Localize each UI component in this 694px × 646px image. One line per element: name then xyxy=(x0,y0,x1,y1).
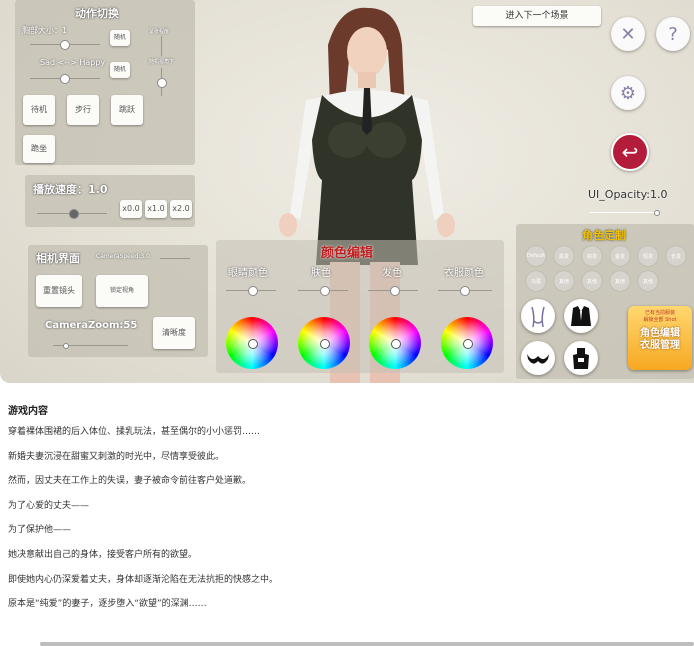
chip-7[interactable]: 其他 xyxy=(554,271,574,291)
article-paragraph: 然而，因丈夫在工作上的失误，妻子被命令前往客户处道歉。 xyxy=(8,476,252,487)
slider-knob[interactable] xyxy=(157,78,167,88)
right-label-2: 随机视角下 xyxy=(149,59,175,65)
color-picker-dot[interactable] xyxy=(248,339,258,349)
role-custom-panel: 角色定制 Default 黑发 棕发 金发 短发 长发 马尾 其他 其他 其他 … xyxy=(516,224,694,379)
game-viewport: 动作切换 胸部大小：1 随机 Sad <--> Happy 随机 紧张程度 随机… xyxy=(0,0,694,383)
promo-card[interactable]: 已有当前服装 解锁全部 Shot 角色编辑 衣服管理 xyxy=(628,306,692,370)
speed-slider[interactable] xyxy=(37,209,107,219)
help-icon[interactable]: ? xyxy=(656,17,690,51)
action-button-idle[interactable]: 待机 xyxy=(23,95,55,125)
chip-10[interactable]: 其他 xyxy=(638,271,658,291)
mood-label: Sad <--> Happy xyxy=(40,58,106,67)
article-paragraph: 穿着裸体围裙的后入体位、揉乳玩法，甚至偶尔的小小惩罚…… xyxy=(8,427,261,437)
article-paragraph: 即使她内心仍深爱着丈夫，身体却逐渐沦陷在无法抗拒的快感之中。 xyxy=(8,574,279,585)
action-panel: 动作切换 胸部大小：1 随机 Sad <--> Happy 随机 紧张程度 随机… xyxy=(15,0,195,165)
chip-4[interactable]: 短发 xyxy=(638,246,658,266)
apron-icon[interactable] xyxy=(564,341,598,375)
eye-color-wheel[interactable] xyxy=(226,317,278,369)
clothes-color-slider[interactable] xyxy=(438,286,492,296)
slider-knob[interactable] xyxy=(320,286,330,296)
random-button-2[interactable]: 随机 xyxy=(110,62,130,78)
speed-panel: 播放速度：1.0 x0.0 x1.0 x2.0 xyxy=(25,175,195,227)
breast-size-slider[interactable] xyxy=(30,40,100,50)
speed-button-2[interactable]: x2.0 xyxy=(170,200,192,218)
camera-zoom-slider[interactable] xyxy=(53,343,128,349)
camera-speed-slider[interactable] xyxy=(160,258,190,259)
bra-icon[interactable] xyxy=(521,341,555,375)
bottom-divider xyxy=(40,642,694,646)
camera-zoom-label: CameraZoom:55 xyxy=(45,320,138,331)
slider-knob[interactable] xyxy=(69,209,79,219)
chip-1[interactable]: 黑发 xyxy=(554,246,574,266)
camera-panel-title: 相机界面 xyxy=(36,252,80,265)
close-icon[interactable]: ✕ xyxy=(611,17,645,51)
chip-3[interactable]: 金发 xyxy=(610,246,630,266)
clarity-button[interactable]: 清晰度 xyxy=(153,317,195,349)
hair-color-slider[interactable] xyxy=(368,286,418,296)
color-picker-dot[interactable] xyxy=(391,339,401,349)
chip-default[interactable]: Default xyxy=(526,246,546,266)
article: 游戏内容 穿着裸体围裙的后入体位、揉乳玩法，甚至偶尔的小小惩罚…… 新婚夫妻沉浸… xyxy=(8,400,688,623)
promo-line-2: 解锁全部 Shot xyxy=(643,317,677,323)
hair-color-label: 发色 xyxy=(382,268,402,279)
eye-color-slider[interactable] xyxy=(226,286,276,296)
action-button-kneel[interactable]: 跪坐 xyxy=(23,135,55,163)
random-button-1[interactable]: 随机 xyxy=(110,30,130,46)
slider-knob[interactable] xyxy=(248,286,258,296)
article-paragraph: 原本是“纯爱”的妻子，逐步堕入“欲望”的深渊…… xyxy=(8,599,207,610)
clothes-color-wheel[interactable] xyxy=(441,317,493,369)
article-paragraph: 为了心爱的丈夫—— xyxy=(8,500,90,511)
vertical-slider-1[interactable] xyxy=(161,36,162,56)
chip-8[interactable]: 其他 xyxy=(582,271,602,291)
next-scene-button[interactable]: 进入下一个场景 xyxy=(473,6,601,26)
article-paragraph: 新婚夫妻沉浸在甜蜜又刺激的时光中，尽情享受彼此。 xyxy=(8,451,225,462)
return-icon[interactable]: ↩ xyxy=(611,133,649,171)
body-icon[interactable] xyxy=(521,299,555,333)
vertical-slider-2[interactable] xyxy=(157,68,167,96)
slider-knob[interactable] xyxy=(390,286,400,296)
color-edit-panel: 颜色编辑 眼睛颜色 肤色 发色 衣服颜色 xyxy=(216,240,504,373)
speed-button-1[interactable]: x1.0 xyxy=(145,200,167,218)
skin-color-wheel[interactable] xyxy=(298,317,350,369)
camera-panel: 相机界面 CameraSpeed:3.0 重置镜头 锁定视角 CameraZoo… xyxy=(28,245,208,357)
skin-color-slider[interactable] xyxy=(298,286,348,296)
right-label-1: 紧张程度 xyxy=(149,29,170,35)
chip-6[interactable]: 马尾 xyxy=(526,271,546,291)
camera-speed-label: CameraSpeed:3.0 xyxy=(96,253,150,260)
ui-opacity-slider[interactable] xyxy=(590,210,660,216)
action-button-walk[interactable]: 步行 xyxy=(67,95,99,125)
mood-slider[interactable] xyxy=(30,74,100,84)
article-heading: 游戏内容 xyxy=(8,406,48,417)
ui-opacity-label: UI_Opacity:1.0 xyxy=(588,188,668,201)
action-panel-title: 动作切换 xyxy=(75,7,119,20)
suit-icon[interactable] xyxy=(564,299,598,333)
lock-view-button[interactable]: 锁定视角 xyxy=(96,275,148,307)
slider-knob[interactable] xyxy=(460,286,470,296)
slider-knob[interactable] xyxy=(654,210,660,216)
color-picker-dot[interactable] xyxy=(320,339,330,349)
speed-panel-title: 播放速度：1.0 xyxy=(33,183,108,196)
hair-color-wheel[interactable] xyxy=(369,317,421,369)
slider-knob[interactable] xyxy=(60,40,70,50)
breast-size-label: 胸部大小：1 xyxy=(22,26,68,35)
chip-9[interactable]: 其他 xyxy=(610,271,630,291)
reset-camera-button[interactable]: 重置镜头 xyxy=(36,275,82,307)
color-edit-title: 颜色编辑 xyxy=(321,246,374,261)
promo-line-1: 已有当前服装 xyxy=(644,310,675,316)
chip-5[interactable]: 长发 xyxy=(666,246,686,266)
action-button-jump[interactable]: 跳跃 xyxy=(111,95,143,125)
skin-color-label: 肤色 xyxy=(311,268,331,279)
promo-main: 角色编辑 衣服管理 xyxy=(640,328,680,351)
clothes-color-label: 衣服颜色 xyxy=(444,268,484,279)
speed-button-0[interactable]: x0.0 xyxy=(120,200,142,218)
slider-knob[interactable] xyxy=(63,343,69,349)
article-paragraph: 她决意献出自己的身体，接受客户所有的欲望。 xyxy=(8,549,198,560)
article-paragraph: 为了保护他—— xyxy=(8,525,72,536)
role-custom-title: 角色定制 xyxy=(582,229,626,242)
chip-2[interactable]: 棕发 xyxy=(582,246,602,266)
color-picker-dot[interactable] xyxy=(463,339,473,349)
gear-icon[interactable]: ⚙ xyxy=(611,76,645,110)
eye-color-label: 眼睛颜色 xyxy=(228,268,268,279)
slider-knob[interactable] xyxy=(60,74,70,84)
